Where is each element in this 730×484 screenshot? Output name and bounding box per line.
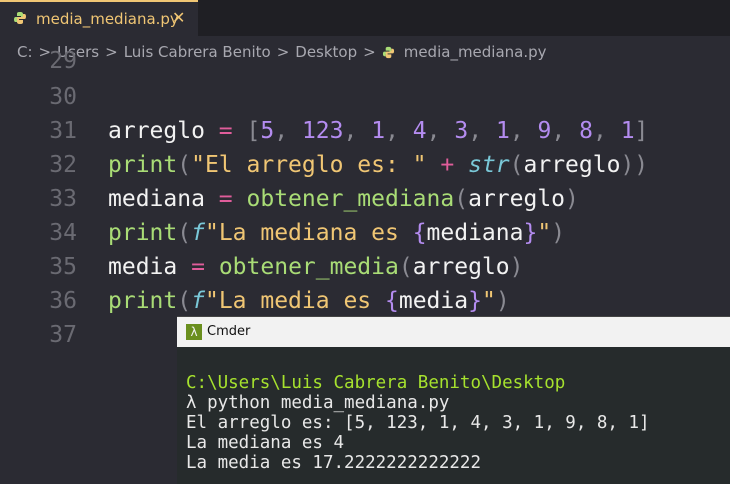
code-text: print(f"La media es {media}")	[108, 288, 510, 314]
line-number: 34	[49, 220, 77, 246]
line-number: 35	[49, 254, 77, 280]
line-number: 30	[49, 84, 77, 110]
code-text: media = obtener_media(arreglo)	[108, 254, 524, 280]
line-number: 36	[49, 288, 77, 314]
terminal-output-line: La mediana es 4	[186, 433, 345, 453]
line-number: 37	[49, 322, 77, 348]
terminal-command: λ python media_mediana.py	[186, 393, 450, 413]
code-line: 30	[0, 84, 730, 118]
line-number: 32	[49, 152, 77, 178]
terminal-titlebar[interactable]: λ Cmder	[177, 317, 730, 347]
terminal-window[interactable]: λ Cmder C:\Users\Luis Cabrera Benito\Des…	[177, 316, 730, 484]
tab-media-mediana[interactable]: media_mediana.py ✕	[0, 0, 198, 36]
tab-bar: media_mediana.py ✕	[0, 0, 730, 36]
code-line: 34 print(f"La mediana es {mediana}")	[0, 220, 730, 254]
line-number: 33	[49, 186, 77, 212]
code-line: 29	[0, 48, 730, 82]
terminal-output[interactable]: C:\Users\Luis Cabrera Benito\Desktop λ py…	[186, 373, 650, 473]
terminal-output-line: El arreglo es: [5, 123, 1, 4, 3, 1, 9, 8…	[186, 413, 650, 433]
code-line: 33 mediana = obtener_mediana(arreglo)	[0, 186, 730, 220]
code-line: 31 arreglo = [5, 123, 1, 4, 3, 1, 9, 8, …	[0, 118, 730, 152]
tab-label: media_mediana.py	[36, 10, 179, 28]
code-text: arreglo = [5, 123, 1, 4, 3, 1, 9, 8, 1]	[108, 118, 649, 144]
close-icon[interactable]: ✕	[172, 8, 185, 27]
lambda-icon: λ	[186, 324, 202, 340]
code-line: 32 print("El arreglo es: " + str(arreglo…	[0, 152, 730, 186]
code-text: mediana = obtener_mediana(arreglo)	[108, 186, 579, 212]
line-number: 31	[49, 118, 77, 144]
line-number: 29	[49, 48, 77, 74]
terminal-title: Cmder	[207, 324, 251, 339]
terminal-output-line: La media es 17.2222222222222	[186, 453, 482, 473]
code-text: print("El arreglo es: " + str(arreglo))	[108, 152, 649, 178]
terminal-path: C:\Users\Luis Cabrera Benito\Desktop	[186, 373, 566, 393]
python-file-icon	[14, 12, 26, 24]
code-text: print(f"La mediana es {mediana}")	[108, 220, 566, 246]
code-line: 35 media = obtener_media(arreglo)	[0, 254, 730, 288]
